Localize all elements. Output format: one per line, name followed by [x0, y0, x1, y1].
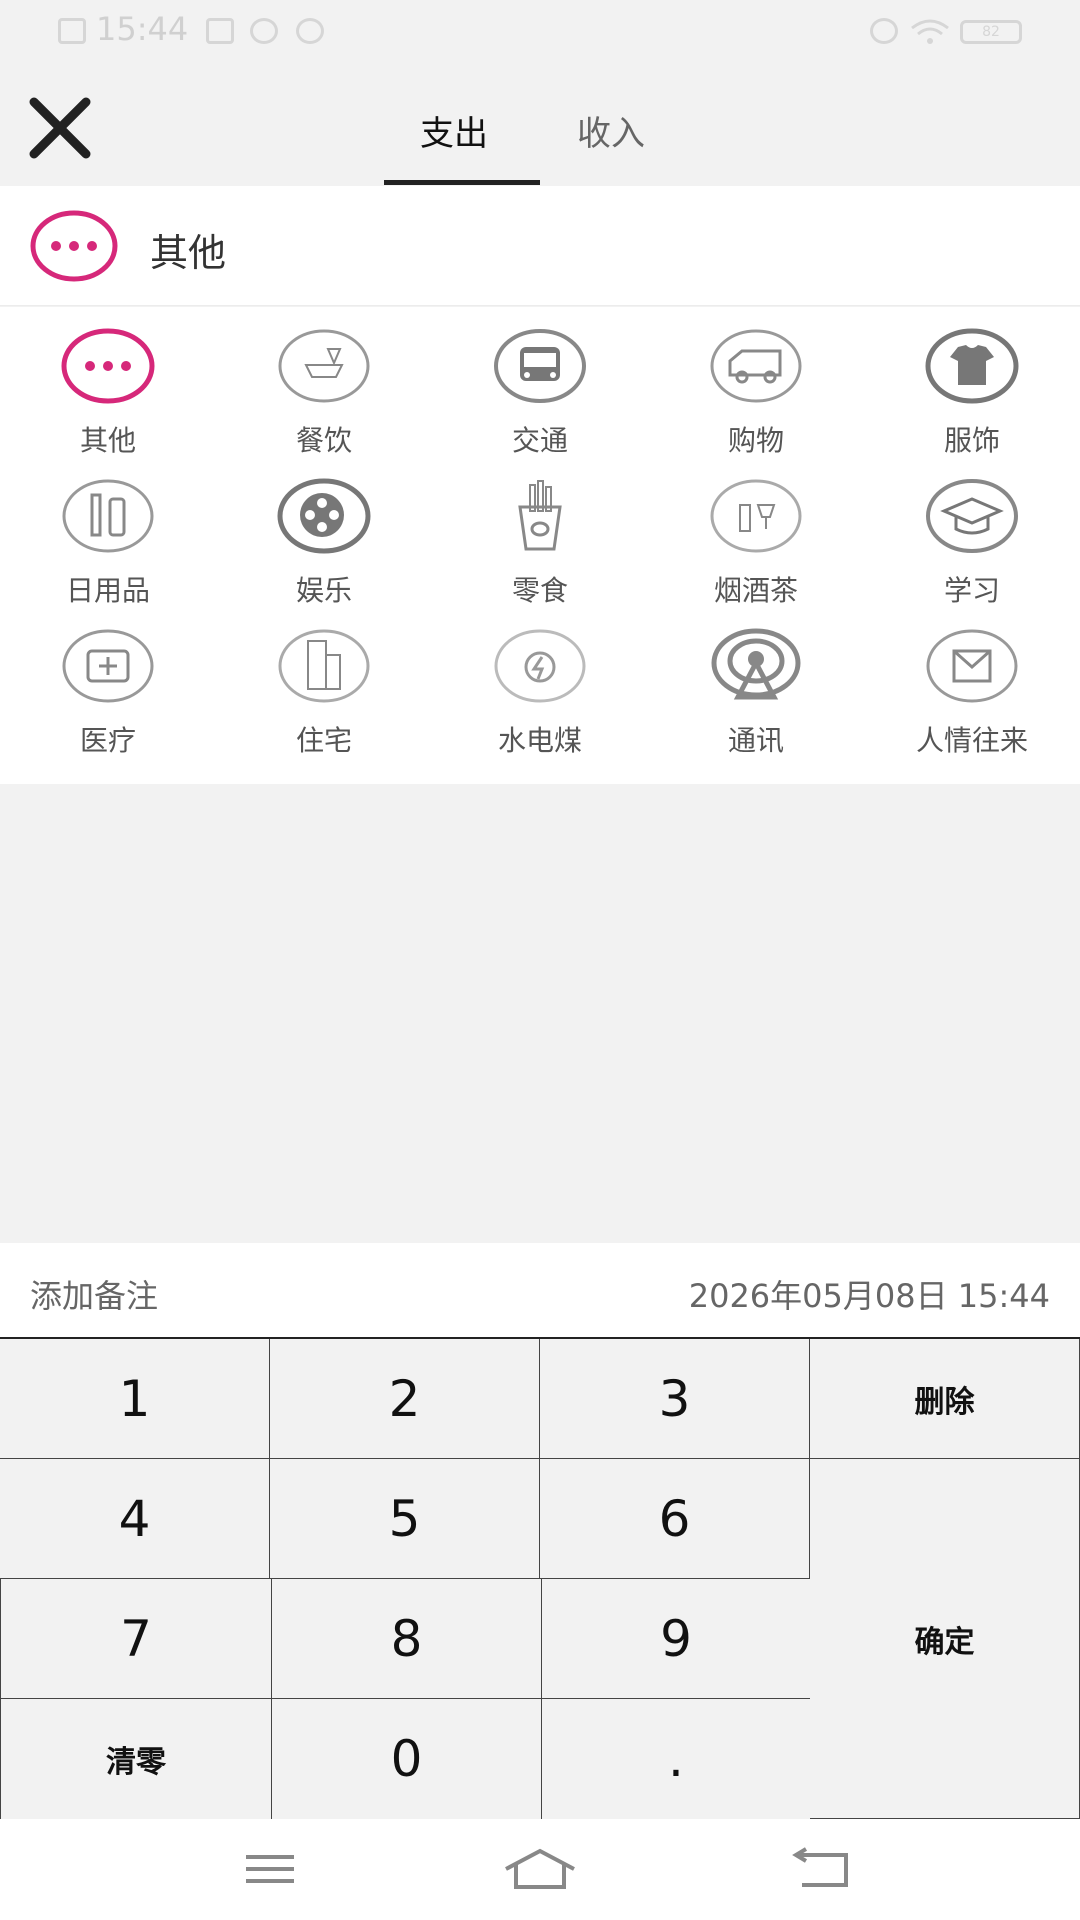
status-time: 15:44 — [96, 10, 189, 48]
number-keypad: 1 2 3 删除 4 5 6 确定 7 8 9 清零 0 . — [0, 1339, 1080, 1819]
graduation-cap-icon — [926, 479, 1018, 553]
category-snacks[interactable]: 零食 — [432, 457, 648, 607]
wifi-icon — [911, 19, 949, 44]
status-bar: 15:44 82 — [0, 0, 1080, 66]
more-icon — [30, 210, 118, 282]
tab-income[interactable]: 收入 — [577, 106, 645, 155]
category-label: 人情往来 — [915, 724, 1028, 757]
category-label: 通讯 — [727, 724, 784, 757]
category-clothing[interactable]: 服饰 — [864, 307, 1080, 457]
close-icon[interactable] — [28, 96, 92, 160]
key-1[interactable]: 1 — [0, 1339, 270, 1459]
category-study[interactable]: 学习 — [864, 457, 1080, 607]
wine-icon — [710, 479, 802, 553]
category-label: 水电煤 — [497, 724, 582, 757]
key-6[interactable]: 6 — [540, 1459, 810, 1579]
notification-icon — [58, 18, 86, 44]
confirm-button[interactable]: 确定 — [810, 1459, 1080, 1819]
signal-tower-icon — [711, 628, 801, 700]
category-dining[interactable]: 餐饮 — [216, 307, 432, 457]
remark-input[interactable]: 添加备注 — [30, 1271, 158, 1317]
category-daily-goods[interactable]: 日用品 — [0, 457, 216, 607]
clear-button[interactable]: 清零 — [0, 1699, 272, 1819]
tshirt-icon — [925, 328, 1019, 404]
video-icon — [206, 18, 234, 44]
category-telecom[interactable]: 通讯 — [648, 607, 864, 757]
film-reel-icon — [277, 478, 371, 554]
tab-indicator — [384, 180, 540, 185]
category-gifts[interactable]: 人情往来 — [864, 607, 1080, 757]
fries-icon — [518, 480, 562, 551]
category-label: 医疗 — [79, 724, 136, 757]
category-medical[interactable]: 医疗 — [0, 607, 216, 757]
category-tobacco-alcohol-tea[interactable]: 烟酒茶 — [648, 457, 864, 607]
category-other[interactable]: 其他 — [0, 307, 216, 457]
category-label: 其他 — [79, 424, 136, 457]
category-label: 日用品 — [65, 574, 150, 607]
key-8[interactable]: 8 — [272, 1579, 542, 1699]
key-2[interactable]: 2 — [270, 1339, 540, 1459]
red-envelope-icon — [926, 629, 1018, 703]
category-label: 烟酒茶 — [713, 574, 798, 607]
category-housing[interactable]: 住宅 — [216, 607, 432, 757]
key-0[interactable]: 0 — [272, 1699, 542, 1819]
home-icon[interactable] — [500, 1847, 580, 1891]
key-7[interactable]: 7 — [0, 1579, 272, 1699]
menu-icon[interactable] — [230, 1847, 310, 1891]
category-label: 学习 — [943, 574, 1000, 607]
tab-expense[interactable]: 支出 — [420, 106, 488, 155]
delete-button[interactable]: 删除 — [810, 1339, 1080, 1459]
date-picker[interactable]: 2026年05月08日 15:44 — [689, 1271, 1050, 1317]
battery-icon: 82 — [960, 20, 1022, 44]
key-5[interactable]: 5 — [270, 1459, 540, 1579]
category-grid: 其他 餐饮 交通 购物 服饰 日用品 娱乐 零食 烟酒茶 学习 医疗 住宅 水电… — [0, 307, 1080, 784]
mute-icon — [870, 18, 898, 44]
system-nav-bar — [0, 1819, 1080, 1920]
category-label: 零食 — [511, 574, 568, 607]
key-3[interactable]: 3 — [540, 1339, 810, 1459]
toiletries-icon — [62, 479, 154, 553]
category-label: 购物 — [727, 424, 784, 457]
category-label: 服饰 — [943, 424, 1000, 457]
remark-row: 添加备注 2026年05月08日 15:44 — [0, 1243, 1080, 1339]
medical-kit-icon — [62, 629, 154, 703]
building-icon — [278, 629, 370, 703]
utilities-icon — [494, 629, 586, 703]
category-label: 餐饮 — [295, 424, 352, 457]
bus-icon — [494, 329, 586, 403]
selected-category-row: 其他 — [0, 186, 1080, 306]
chat-icon — [296, 18, 324, 44]
selected-category-label: 其他 — [150, 231, 227, 275]
header: 支出 收入 — [0, 66, 1080, 186]
send-icon — [250, 18, 278, 44]
category-shopping[interactable]: 购物 — [648, 307, 864, 457]
dining-icon — [278, 329, 370, 403]
key-4[interactable]: 4 — [0, 1459, 270, 1579]
category-utilities[interactable]: 水电煤 — [432, 607, 648, 757]
more-icon — [61, 328, 155, 404]
category-transport[interactable]: 交通 — [432, 307, 648, 457]
back-icon[interactable] — [780, 1847, 860, 1891]
category-entertainment[interactable]: 娱乐 — [216, 457, 432, 607]
category-label: 住宅 — [295, 724, 352, 757]
category-label: 交通 — [511, 424, 568, 457]
delivery-truck-icon — [710, 329, 802, 403]
key-dot[interactable]: . — [542, 1699, 810, 1819]
category-label: 娱乐 — [295, 574, 352, 607]
key-9[interactable]: 9 — [542, 1579, 810, 1699]
